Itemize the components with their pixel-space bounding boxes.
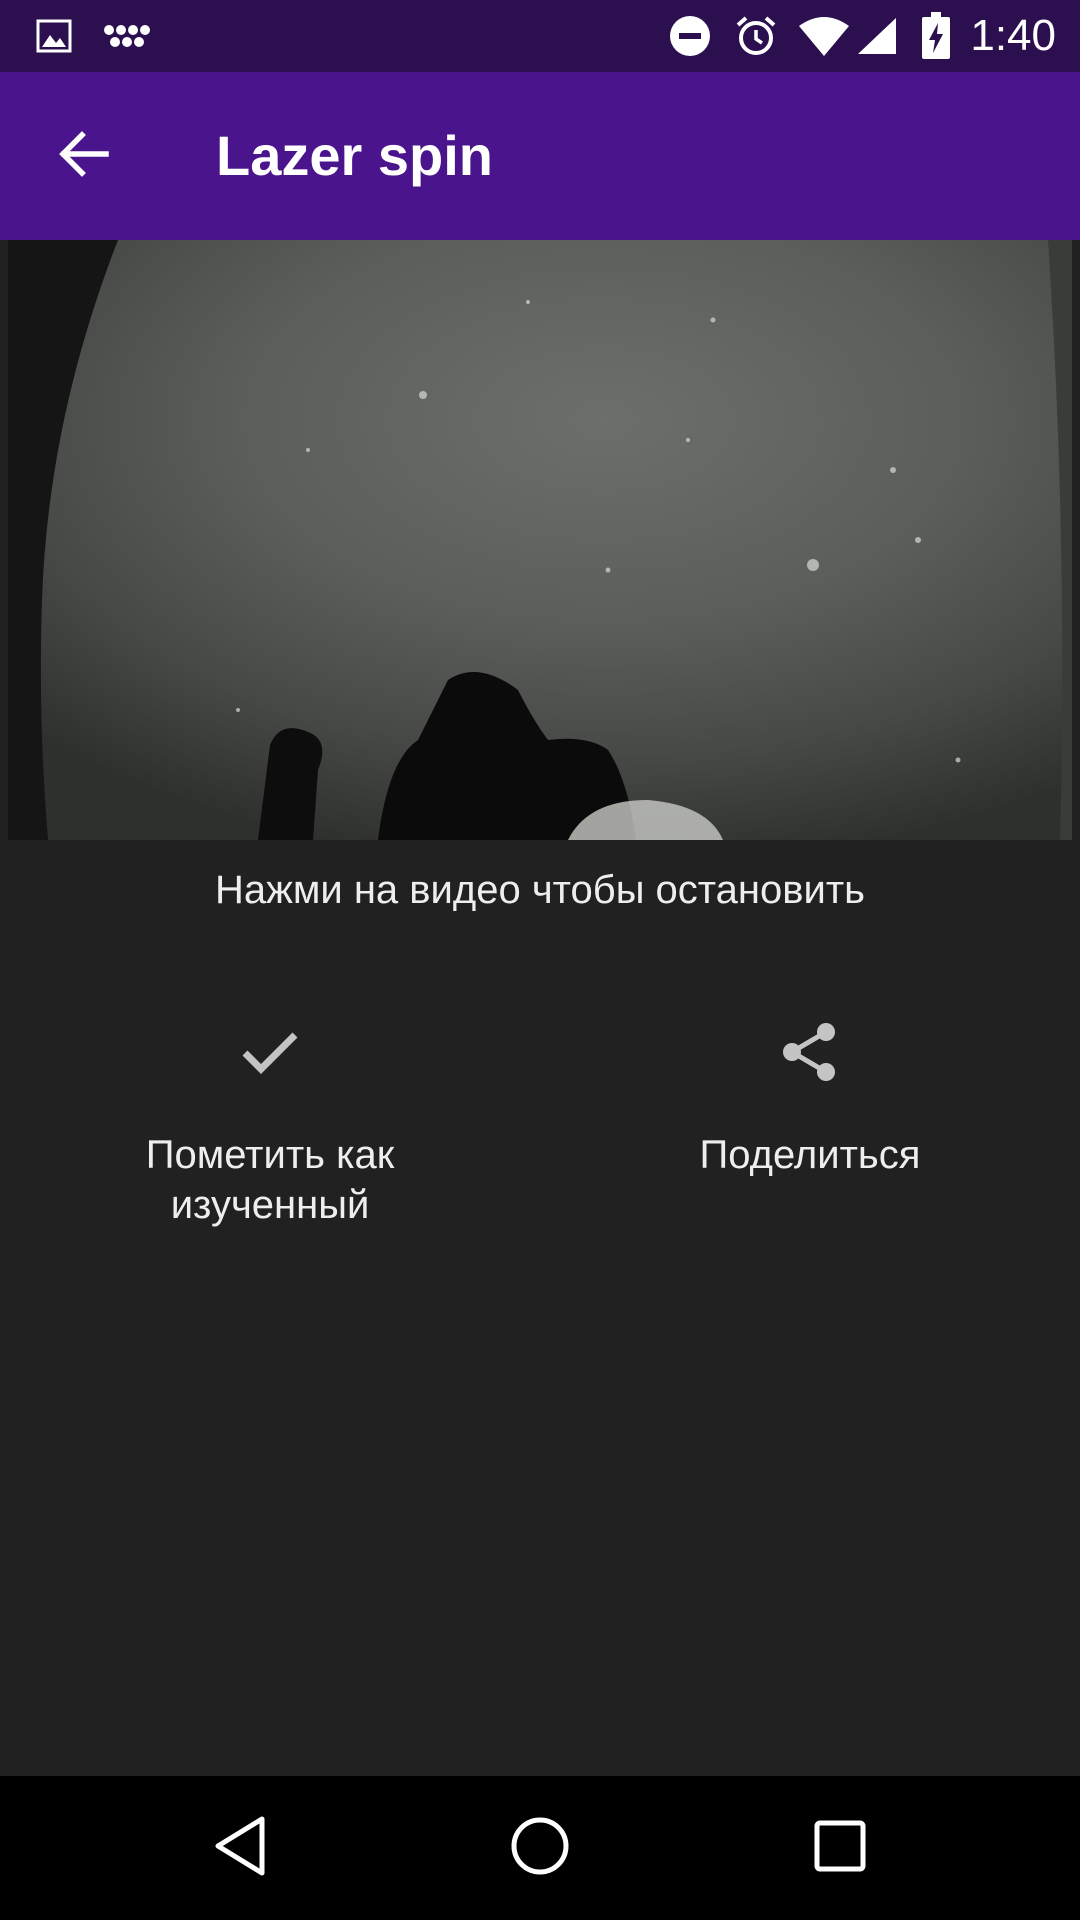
alarm-icon	[732, 0, 780, 72]
mark-as-learned-label: Пометить как изученный	[145, 1133, 395, 1227]
mark-as-learned-button[interactable]: Пометить как изученный	[0, 1000, 540, 1260]
video-hint: Нажми на видео чтобы остановить	[214, 868, 866, 912]
do-not-disturb-icon	[666, 0, 714, 72]
video-frame	[8, 240, 1072, 840]
navigation-bar	[0, 1776, 1080, 1920]
back-button[interactable]	[40, 112, 128, 200]
video-player[interactable]	[8, 240, 1072, 840]
page-title: Lazer spin	[216, 124, 493, 187]
share-button[interactable]: Поделиться	[540, 1000, 1080, 1260]
cell-signal-icon	[852, 0, 900, 72]
nav-back-button[interactable]	[190, 1798, 290, 1898]
status-time: 1:40	[970, 11, 1056, 60]
share-icon	[770, 1012, 850, 1092]
nav-home-button[interactable]	[490, 1798, 590, 1898]
battery-charging-icon	[916, 0, 956, 72]
screen: 1:40 Lazer spin Нажми на видео чтобы ост…	[0, 0, 1080, 1920]
image-icon	[34, 0, 74, 72]
check-icon	[230, 1012, 310, 1092]
nav-recents-button[interactable]	[790, 1798, 890, 1898]
nav-recents-icon	[813, 1819, 867, 1878]
share-label: Поделиться	[699, 1133, 921, 1177]
arrow-back-icon	[58, 130, 110, 182]
nav-home-icon	[510, 1816, 570, 1881]
nav-back-icon	[212, 1815, 268, 1882]
status-bar: 1:40	[0, 0, 1080, 72]
wifi-icon	[796, 0, 852, 72]
app-bar: Lazer spin	[0, 72, 1080, 240]
app-notification-icon	[100, 0, 152, 72]
